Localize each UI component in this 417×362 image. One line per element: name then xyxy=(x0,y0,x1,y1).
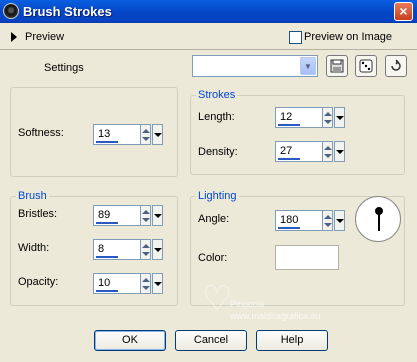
brush-strokes-dialog: Brush Strokes × Preview Preview on Image… xyxy=(0,0,417,362)
softness-label: Softness: xyxy=(18,127,64,139)
bristles-input[interactable]: 89 xyxy=(93,205,141,226)
bristles-label: Bristles: xyxy=(18,208,58,220)
strokes-group-title: Strokes xyxy=(196,89,238,101)
angle-needle-knob xyxy=(375,207,383,215)
opacity-label: Opacity: xyxy=(18,276,59,288)
preview-on-image-checkbox[interactable] xyxy=(289,31,302,44)
settings-preset-dropdown[interactable]: ▼ xyxy=(192,55,318,77)
length-label: Length: xyxy=(198,111,235,123)
paint-app-icon xyxy=(3,3,19,19)
angle-input[interactable]: 180 xyxy=(275,210,323,231)
lighting-color-swatch[interactable] xyxy=(275,245,339,270)
preview-label[interactable]: Preview xyxy=(25,31,64,43)
watermark-name: Pinuccia xyxy=(230,299,265,309)
length-menu-button[interactable] xyxy=(334,107,345,128)
length-spinner[interactable]: 12 xyxy=(275,107,345,128)
settings-label: Settings xyxy=(44,62,84,74)
reset-icon[interactable] xyxy=(385,55,407,77)
randomize-dice-icon[interactable] xyxy=(355,55,377,77)
softness-menu-button[interactable] xyxy=(152,124,163,145)
angle-label: Angle: xyxy=(198,213,230,225)
density-stepper[interactable] xyxy=(323,141,333,162)
width-label: Width: xyxy=(18,242,50,254)
watermark-url: www.maldiragrafica.eu xyxy=(230,311,321,321)
width-input[interactable]: 8 xyxy=(93,239,141,260)
density-menu-button[interactable] xyxy=(334,141,345,162)
brush-group-title: Brush xyxy=(16,190,49,202)
opacity-spinner[interactable]: 10 xyxy=(93,273,163,294)
angle-stepper[interactable] xyxy=(323,210,333,231)
density-input[interactable]: 27 xyxy=(275,141,323,162)
color-label: Color: xyxy=(198,252,228,264)
length-stepper[interactable] xyxy=(323,107,333,128)
length-input[interactable]: 12 xyxy=(275,107,323,128)
cancel-button[interactable]: Cancel xyxy=(175,330,247,351)
preview-on-image-label[interactable]: Preview on Image xyxy=(304,31,392,43)
bristles-stepper[interactable] xyxy=(141,205,151,226)
density-label: Density: xyxy=(198,146,238,158)
help-button[interactable]: Help xyxy=(256,330,328,351)
angle-dial[interactable] xyxy=(355,196,401,242)
window-title: Brush Strokes xyxy=(23,4,112,19)
opacity-menu-button[interactable] xyxy=(152,273,163,294)
angle-spinner[interactable]: 180 xyxy=(275,210,345,231)
heart-logo-icon: ♡ xyxy=(202,280,233,318)
width-stepper[interactable] xyxy=(141,239,151,260)
bristles-spinner[interactable]: 89 xyxy=(93,205,163,226)
width-menu-button[interactable] xyxy=(152,239,163,260)
close-button[interactable]: × xyxy=(394,2,413,21)
chevron-down-icon[interactable]: ▼ xyxy=(300,57,316,75)
bristles-menu-button[interactable] xyxy=(152,205,163,226)
lighting-group-title: Lighting xyxy=(196,190,239,202)
softness-input[interactable]: 13 xyxy=(93,124,141,145)
softness-stepper[interactable] xyxy=(141,124,151,145)
ok-button[interactable]: OK xyxy=(94,330,166,351)
title-bar[interactable]: Brush Strokes × xyxy=(0,0,417,23)
density-spinner[interactable]: 27 xyxy=(275,141,345,162)
opacity-input[interactable]: 10 xyxy=(93,273,141,294)
opacity-stepper[interactable] xyxy=(141,273,151,294)
angle-menu-button[interactable] xyxy=(334,210,345,231)
expand-preview-icon[interactable] xyxy=(11,32,17,42)
softness-spinner[interactable]: 13 xyxy=(93,124,163,145)
watermark: ♡ Pinuccia www.maldiragrafica.eu xyxy=(200,280,380,330)
save-preset-icon[interactable] xyxy=(326,55,348,77)
width-spinner[interactable]: 8 xyxy=(93,239,163,260)
